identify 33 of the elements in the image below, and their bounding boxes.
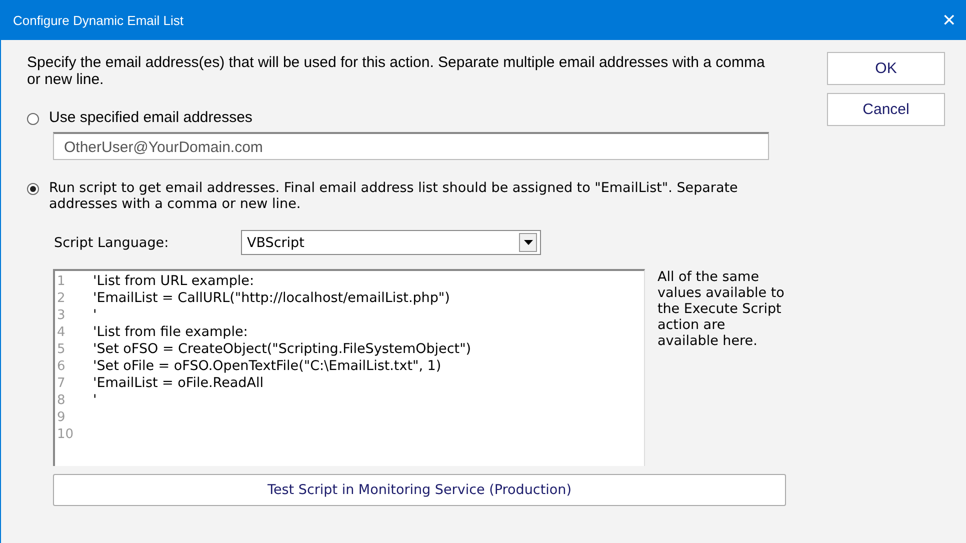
code-line: 'EmailList = CallURL("http://localhost/emailList.php")	[93, 290, 450, 307]
line-number: 5	[56, 341, 66, 358]
close-button[interactable]: ✕	[932, 0, 966, 40]
email-field[interactable]: OtherUser@YourDomain.com	[53, 132, 769, 160]
radio-button[interactable]	[27, 183, 39, 195]
line-number: 1	[56, 273, 66, 290]
dialog-button[interactable]: OK	[827, 52, 945, 85]
test-script-button[interactable]: Test Script in Monitoring Service (Production)	[53, 474, 786, 506]
code-line: 'EmailList = oFile.ReadAll	[93, 375, 264, 392]
window-title: Configure Dynamic Email List	[13, 12, 184, 28]
line-number: 7	[56, 375, 66, 392]
code-line: 'List from URL example:	[93, 273, 254, 290]
language-dropdown[interactable]: VBScript	[241, 230, 541, 255]
line-number: 8	[56, 392, 66, 409]
radio-button[interactable]	[27, 113, 39, 125]
side-note: All of the same values available to the Execute Script action are available here.	[657, 269, 786, 351]
code-line: '	[93, 392, 97, 409]
code-line: 'List from file example:	[93, 324, 248, 341]
line-number: 6	[56, 358, 66, 375]
code-line: '	[93, 307, 97, 324]
line-number: 4	[56, 324, 66, 341]
line-number: 3	[56, 307, 66, 324]
code-line: 'Set oFile = oFSO.OpenTextFile("C:\EmailList.txt", 1)	[93, 358, 442, 375]
field-label: Script Language:	[54, 234, 170, 250]
line-number: 9	[56, 409, 66, 426]
dialog-button[interactable]: Cancel	[827, 93, 945, 126]
line-number: 10	[56, 426, 75, 443]
line-number: 2	[56, 290, 66, 307]
option-label: Run script to get email addresses. Final email address list should be assigned to "EmailList". Separate addresses with a comma or new line.	[49, 180, 739, 212]
instruction-text: Specify the email address(es) that will be used for this action. Separate multiple email addresses with a comma or new line.	[27, 53, 766, 88]
code-editor[interactable]	[53, 269, 646, 466]
code-line: 'Set oFSO = CreateObject("Scripting.FileSystemObject")	[93, 341, 472, 358]
option-label: Use specified email addresses	[49, 110, 252, 126]
